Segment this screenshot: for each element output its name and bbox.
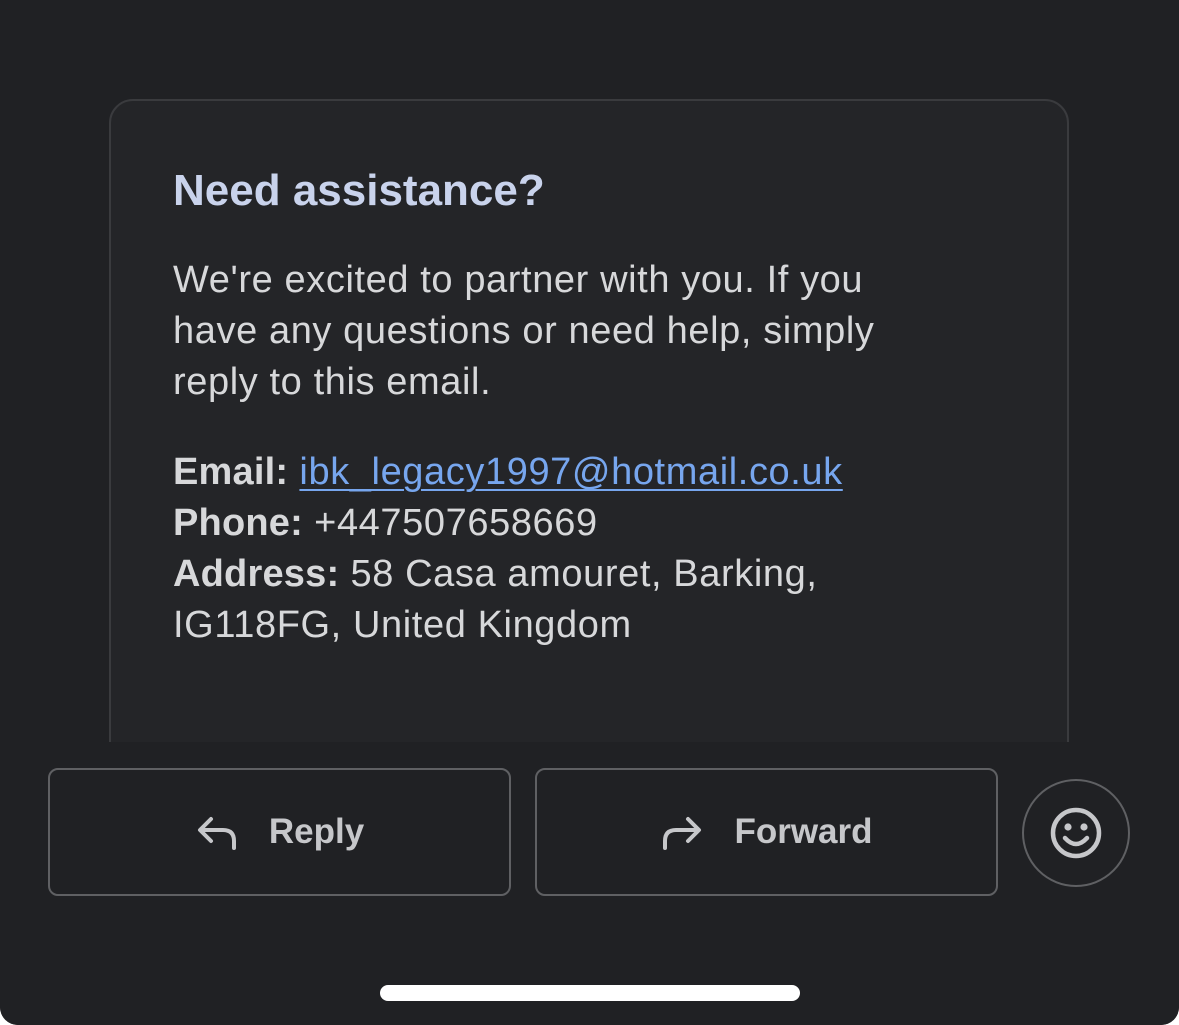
- emoji-reaction-button[interactable]: [1022, 779, 1130, 887]
- email-link[interactable]: ibk_legacy1997@hotmail.co.uk: [299, 451, 842, 493]
- phone-value: +447507658669: [314, 502, 598, 544]
- forward-button[interactable]: Forward: [535, 768, 998, 896]
- email-line: Email: ibk_legacy1997@hotmail.co.uk: [173, 447, 933, 498]
- phone-label: Phone:: [173, 502, 303, 544]
- address-line: Address: 58 Casa amouret, Barking, IG118…: [173, 549, 933, 651]
- reply-label: Reply: [268, 812, 365, 851]
- action-bar: Reply Forward: [0, 742, 1179, 1025]
- assistance-card: Need assistance? We're excited to partne…: [109, 99, 1069, 779]
- home-indicator[interactable]: [380, 985, 800, 1001]
- smiley-icon: [1050, 807, 1102, 859]
- reply-icon: [197, 817, 236, 850]
- phone-line: Phone: +447507658669: [173, 498, 933, 549]
- forward-icon: [663, 817, 702, 850]
- card-body-text: We're excited to partner with you. If yo…: [173, 259, 875, 403]
- forward-label: Forward: [734, 812, 873, 851]
- address-label: Address:: [173, 553, 340, 595]
- email-label: Email:: [173, 451, 289, 493]
- card-title: Need assistance?: [173, 166, 545, 215]
- contact-details: Email: ibk_legacy1997@hotmail.co.uk Phon…: [173, 447, 933, 651]
- email-screen: Need assistance? We're excited to partne…: [0, 0, 1179, 1025]
- card-content: Need assistance? We're excited to partne…: [173, 163, 933, 651]
- reply-button[interactable]: Reply: [48, 768, 511, 896]
